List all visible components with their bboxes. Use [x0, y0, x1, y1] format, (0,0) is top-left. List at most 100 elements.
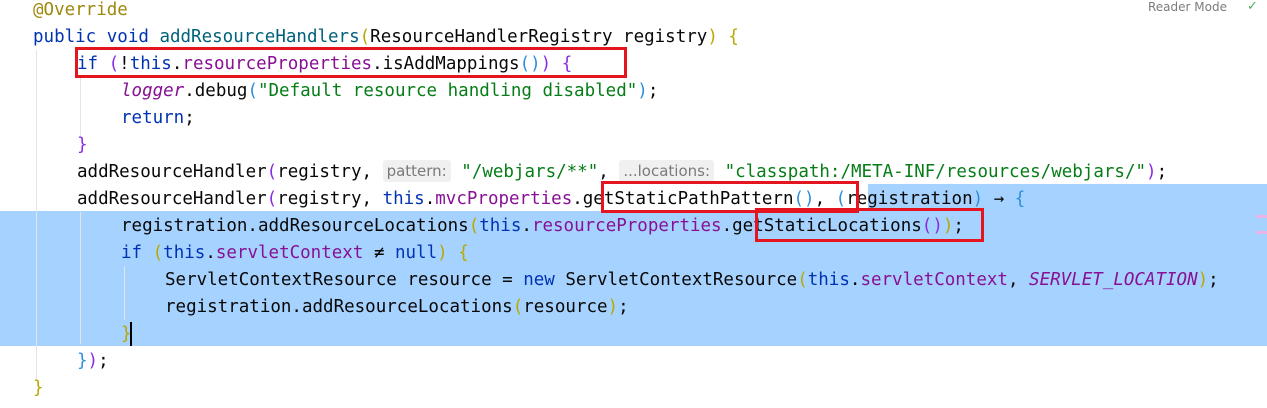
- code-token: (: [468, 216, 480, 236]
- code-token: ): [607, 297, 619, 317]
- code-token: addResourceHandlers: [159, 27, 360, 47]
- code-token: registry,: [277, 162, 383, 182]
- code-line-8[interactable]: addResourceHandler(registry, this.mvcPro…: [0, 186, 1025, 213]
- scrollbar-marker[interactable]: [1256, 231, 1267, 234]
- scrollbar-marker[interactable]: [1256, 215, 1267, 218]
- code-token: ServletContextResource: [565, 270, 798, 290]
- code-token: (: [359, 27, 371, 47]
- code-token: registration.addResourceLocations: [165, 297, 513, 317]
- code-token: {: [551, 54, 573, 74]
- code-token: resourceProperties: [182, 54, 373, 74]
- code-line-15[interactable]: }: [0, 375, 44, 402]
- code-token: this: [479, 216, 522, 236]
- code-token: @Override: [33, 0, 128, 20]
- code-token: (: [266, 162, 278, 182]
- code-token: ): [87, 351, 99, 371]
- code-token: if: [77, 54, 109, 74]
- code-token: .: [521, 216, 532, 236]
- code-token: (: [108, 54, 120, 74]
- code-line-14[interactable]: });: [0, 348, 109, 375]
- code-token: registration: [846, 189, 973, 209]
- code-token: →: [983, 189, 1015, 209]
- code-token: "classpath:/META-INF/resources/webjars/": [724, 162, 1147, 182]
- code-token: ResourceHandlerRegistry registry: [370, 27, 708, 47]
- code-token: this: [382, 189, 425, 209]
- code-token: ,: [1007, 270, 1030, 290]
- code-token: {: [717, 27, 739, 47]
- code-token: addResourceHandler: [77, 189, 267, 209]
- code-line-1[interactable]: @Override: [0, 0, 128, 24]
- code-token: (): [921, 216, 943, 236]
- code-token: (): [793, 189, 815, 209]
- code-token: }: [33, 378, 44, 398]
- code-token: SERVLET_LOCATION: [1029, 270, 1198, 290]
- code-token: ;: [98, 351, 109, 371]
- code-token: ;: [953, 216, 964, 236]
- code-token: .: [424, 189, 436, 209]
- code-line-4[interactable]: logger.debug("Default resource handling …: [0, 78, 658, 105]
- code-token: resource: [523, 297, 608, 317]
- code-token: ): [707, 27, 718, 47]
- code-token: .: [849, 270, 861, 290]
- inspection-check-icon[interactable]: ✓: [1247, 0, 1258, 14]
- code-token: this: [807, 270, 850, 290]
- code-token: .: [171, 54, 183, 74]
- code-token: ;: [618, 297, 629, 317]
- code-token: ServletContextResource resource =: [165, 270, 524, 290]
- code-token: ): [972, 189, 984, 209]
- code-line-3[interactable]: if (!this.resourceProperties.isAddMappin…: [0, 51, 572, 78]
- code-token: (: [835, 189, 847, 209]
- code-token: .getStaticPathPattern: [572, 189, 794, 209]
- code-token: ;: [184, 108, 195, 128]
- code-line-9[interactable]: registration.addResourceLocations(this.r…: [0, 213, 964, 240]
- code-token: resourceProperties: [531, 216, 722, 236]
- code-token: this: [129, 54, 172, 74]
- code-token: ): [637, 81, 648, 101]
- code-token: ;: [1208, 270, 1219, 290]
- code-token: null: [394, 243, 438, 263]
- code-token: {: [447, 243, 469, 263]
- code-editor[interactable]: @Override public void addResourceHandler…: [0, 0, 1267, 408]
- code-token: .debug: [184, 81, 248, 101]
- code-token: (: [266, 189, 278, 209]
- code-line-5[interactable]: return;: [0, 105, 195, 132]
- parameter-hint: ...locations:: [619, 160, 715, 182]
- code-token: "Default resource handling disabled": [257, 81, 638, 101]
- code-line-6[interactable]: }: [0, 132, 88, 159]
- code-line-2[interactable]: public void addResourceHandlers(Resource…: [0, 24, 739, 51]
- code-token: return: [121, 108, 185, 128]
- code-token: (): [519, 54, 541, 74]
- code-token: if: [121, 243, 153, 263]
- reader-mode-label[interactable]: Reader Mode: [1148, 0, 1227, 14]
- code-token: "/webjars/**": [461, 162, 599, 182]
- code-token: servletContext: [215, 243, 364, 263]
- code-token: mvcProperties: [435, 189, 573, 209]
- code-token: ): [942, 216, 954, 236]
- code-token: .getStaticLocations: [721, 216, 922, 236]
- parameter-hint: pattern:: [382, 160, 451, 182]
- code-token: }: [77, 351, 88, 371]
- code-token: (: [152, 243, 164, 263]
- code-line-12[interactable]: registration.addResourceLocations(resour…: [0, 294, 629, 321]
- code-line-13[interactable]: }: [0, 321, 132, 348]
- code-token: public void: [33, 27, 160, 47]
- code-token: ): [437, 243, 448, 263]
- code-token: addResourceHandler: [77, 162, 267, 182]
- code-token: ;: [1156, 162, 1168, 182]
- code-line-11[interactable]: ServletContextResource resource = new Se…: [0, 267, 1219, 294]
- code-token: (: [512, 297, 524, 317]
- code-token: this: [163, 243, 206, 263]
- code-token: registry,: [277, 189, 383, 209]
- code-token: new: [523, 270, 566, 290]
- code-token: ;: [647, 81, 659, 101]
- code-token: ): [1146, 162, 1157, 182]
- code-token: logger: [121, 81, 185, 101]
- code-line-10[interactable]: if (this.servletContext ≠ null) {: [0, 240, 469, 267]
- code-line-7[interactable]: addResourceHandler(registry, pattern: "/…: [0, 159, 1167, 186]
- code-token: {: [1014, 189, 1026, 209]
- code-token: .isAddMappings: [372, 54, 520, 74]
- code-token: servletContext: [860, 270, 1008, 290]
- text-caret: [130, 322, 132, 346]
